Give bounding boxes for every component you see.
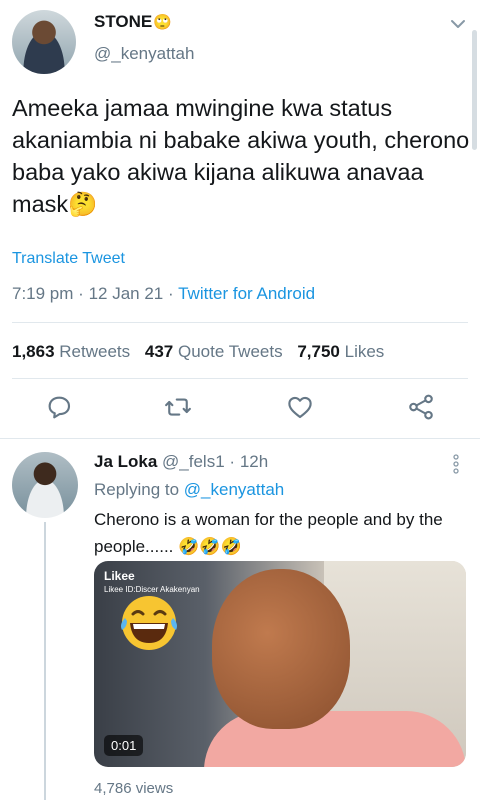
reply-time: 12h (239, 452, 269, 471)
tweet-meta: 7:19 pm · 12 Jan 21 · Twitter for Androi… (12, 284, 315, 304)
likes-label: Likes (344, 342, 385, 361)
video-views: 4,786 views (94, 780, 174, 797)
video-player[interactable]: Likee Likee ID:Discer Akakenyan 0:01 (94, 561, 466, 767)
retweets-label: Retweets (59, 342, 131, 361)
divider (12, 378, 468, 379)
share-icon[interactable] (406, 392, 436, 422)
chevron-down-icon[interactable] (446, 12, 470, 36)
video-subject (212, 569, 350, 729)
author-emoji: 🙄 (153, 14, 172, 31)
tweet-date: 12 Jan 21 (88, 284, 164, 303)
reply-avatar[interactable] (12, 452, 78, 518)
video-duration: 0:01 (104, 735, 144, 756)
reply-header: Ja Loka @_fels1 · 12h (94, 452, 268, 472)
meta-separator: · (168, 284, 174, 303)
replying-to-handle[interactable]: @_kenyattah (184, 480, 284, 499)
reply-text: Cherono is a woman for the people and by… (94, 510, 443, 556)
quote-tweets-count: 437 (144, 342, 174, 361)
likee-logo-text: Likee (104, 569, 135, 583)
reply-author-name[interactable]: Ja Loka (94, 452, 157, 471)
laughing-emoji-icon (121, 596, 177, 650)
tweet-stats: 1,863 Retweets 437 Quote Tweets 7,750 Li… (12, 342, 394, 362)
likes-count: 7,750 (297, 342, 340, 361)
author-name-text: STONE (94, 12, 153, 31)
quote-tweets-stat[interactable]: 437 Quote Tweets (145, 342, 283, 361)
reply-dot: · (229, 452, 236, 471)
divider (12, 322, 468, 323)
author-avatar[interactable] (12, 10, 76, 74)
replying-to-label: Replying to (94, 480, 180, 499)
more-options-icon[interactable] (446, 452, 466, 476)
meta-separator: · (78, 284, 84, 303)
tweet-text: Ameeka jamaa mwingine kwa status akaniam… (12, 95, 470, 217)
thread-line (44, 522, 46, 800)
tweet-time: 7:19 pm (12, 284, 74, 303)
retweet-icon[interactable] (163, 392, 193, 422)
quote-tweets-label: Quote Tweets (178, 342, 283, 361)
translate-tweet-link[interactable]: Translate Tweet (12, 250, 125, 268)
author-handle[interactable]: @_kenyattah (94, 44, 194, 64)
replying-to: Replying to @_kenyattah (94, 480, 284, 500)
tweet-actions (0, 392, 480, 426)
tweet-client-link[interactable]: Twitter for Android (178, 284, 315, 303)
section-divider (0, 438, 480, 439)
retweets-stat[interactable]: 1,863 Retweets (12, 342, 130, 361)
like-icon[interactable] (285, 392, 315, 422)
likes-stat[interactable]: 7,750 Likes (297, 342, 384, 361)
main-tweet: STONE🙄 @_kenyattah Ameeka jamaa mwingine… (0, 0, 480, 440)
retweets-count: 1,863 (12, 342, 55, 361)
author-name[interactable]: STONE🙄 (94, 12, 172, 32)
reply-author-handle[interactable]: @_fels1 (162, 452, 225, 471)
reply-icon[interactable] (44, 392, 74, 422)
